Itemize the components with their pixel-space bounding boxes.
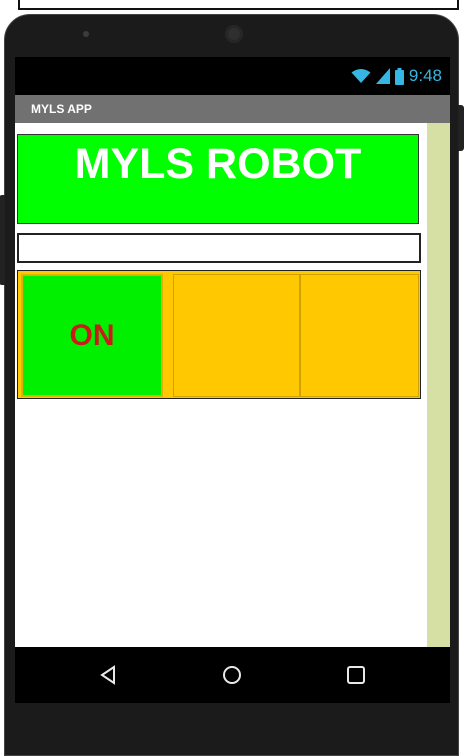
text-field[interactable] (17, 233, 421, 263)
navigation-bar (15, 647, 450, 703)
signal-icon (375, 68, 390, 84)
app-content: MYLS ROBOT ON (15, 123, 450, 647)
app-title-bar: MYLS APP (15, 95, 450, 123)
scrollbar[interactable] (427, 123, 450, 647)
battery-icon (394, 67, 404, 85)
home-icon[interactable] (221, 664, 243, 686)
wifi-icon (351, 68, 371, 84)
back-icon[interactable] (97, 664, 119, 686)
button-3[interactable] (300, 274, 419, 397)
power-button (458, 105, 464, 151)
top-frame-strip (18, 0, 459, 10)
button-row: ON (17, 270, 421, 399)
app-title: MYLS APP (31, 102, 92, 116)
phone-frame: 9:48 MYLS APP MYLS ROBOT ON (0, 14, 464, 756)
on-button[interactable]: ON (21, 274, 163, 397)
speaker-dot (83, 31, 89, 37)
status-bar: 9:48 (15, 57, 450, 95)
recents-icon[interactable] (345, 664, 367, 686)
status-icons: 9:48 (351, 65, 442, 87)
volume-button (0, 195, 5, 285)
camera-icon (225, 25, 243, 43)
button-2[interactable] (173, 274, 300, 397)
robot-title-label: MYLS ROBOT (17, 134, 419, 224)
status-time: 9:48 (408, 66, 442, 85)
screen: 9:48 MYLS APP MYLS ROBOT ON (15, 57, 450, 703)
